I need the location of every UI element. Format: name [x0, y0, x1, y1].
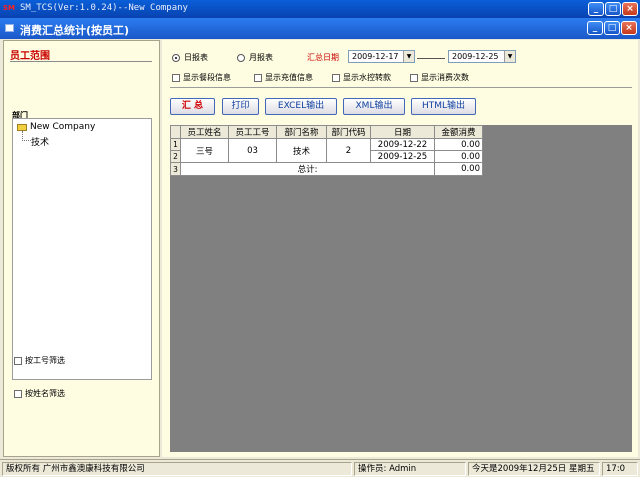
close-icon[interactable]: × [622, 2, 638, 16]
col-header-dept[interactable]: 部门名称 [276, 125, 327, 139]
status-bar: 版权所有 广州市鑫澳康科技有限公司 操作员: Admin 今天是2009年12月… [0, 459, 640, 477]
report-grid[interactable]: 员工姓名 员工工号 部门名称 部门代码 日期 金额消费 1 三号 03 技术 2… [170, 125, 483, 176]
dialog-title-bar: 消费汇总统计(按员工) _ □ × [0, 18, 640, 39]
html-export-button[interactable]: HTML输出 [411, 98, 476, 115]
radio-selected-icon [172, 53, 180, 62]
radio-icon [237, 53, 245, 62]
dropdown-arrow-icon[interactable]: ▼ [403, 51, 414, 62]
checkbox-icon [254, 73, 262, 82]
daily-report-label: 日报表 [184, 53, 208, 62]
filter-by-id-label: 按工号筛选 [25, 356, 65, 365]
daily-report-radio[interactable]: 日报表 [172, 52, 208, 63]
excel-export-button[interactable]: EXCEL输出 [265, 98, 337, 115]
heading-divider [10, 61, 152, 62]
monthly-report-radio[interactable]: 月报表 [237, 52, 273, 63]
cell-amount: 0.00 [434, 138, 483, 151]
cell-amount: 0.00 [434, 150, 483, 163]
options-divider [170, 87, 632, 88]
option-meal-period[interactable]: 显示餐段信息 [172, 72, 231, 83]
xml-export-button[interactable]: XML输出 [343, 98, 405, 115]
total-amount: 0.00 [434, 162, 483, 176]
status-date: 今天是2009年12月25日 星期五 [468, 462, 600, 476]
option-water-transfer[interactable]: 显示水控转款 [332, 72, 391, 83]
tree-node-dept[interactable]: 技术 [31, 135, 49, 148]
total-row[interactable]: 3 总计: 0.00 [170, 162, 483, 176]
cell-dept-name: 技术 [276, 138, 327, 163]
tree-node-company[interactable]: New Company [17, 122, 95, 132]
end-date-picker[interactable]: 2009-12-25 ▼ [448, 50, 516, 63]
col-header-dept-code[interactable]: 部门代码 [326, 125, 371, 139]
col-header-amount[interactable]: 金额消费 [434, 125, 483, 139]
summary-button[interactable]: 汇 总 [170, 98, 215, 115]
grid-header-row: 员工姓名 员工工号 部门名称 部门代码 日期 金额消费 [170, 125, 483, 139]
checkbox-icon [172, 73, 180, 82]
row-number: 3 [170, 162, 181, 176]
option-label: 显示充值信息 [265, 73, 313, 82]
filter-by-id-checkbox[interactable]: 按工号筛选 [14, 355, 65, 366]
status-copyright: 版权所有 广州市鑫澳康科技有限公司 [2, 462, 352, 476]
table-row[interactable]: 1 三号 03 技术 2 2009-12-22 0.00 [170, 138, 483, 163]
cell-date: 2009-12-25 [370, 150, 435, 163]
report-main-panel: 日报表 月报表 汇总日期 2009-12-17 ▼ 2009-12-25 ▼ 显… [162, 40, 638, 457]
maximize-icon[interactable]: □ [605, 2, 621, 16]
dropdown-arrow-icon[interactable]: ▼ [504, 51, 515, 62]
option-consume-count[interactable]: 显示消费次数 [410, 72, 469, 83]
option-label: 显示餐段信息 [183, 73, 231, 82]
cell-date: 2009-12-22 [370, 138, 435, 151]
row-number: 2 [170, 150, 181, 163]
checkbox-icon [332, 73, 340, 82]
employee-range-heading: 员工范围 [10, 51, 50, 62]
total-label: 总计: [180, 162, 435, 176]
folder-icon [17, 123, 27, 131]
app-title: SM_TCS(Ver:1.0.24)--New Company [20, 3, 188, 13]
status-operator: 操作员: Admin [354, 462, 466, 476]
dialog-title: 消费汇总统计(按员工) [20, 24, 130, 37]
row-number: 1 [170, 138, 181, 151]
print-button[interactable]: 打印 [222, 98, 259, 115]
cell-employee-name: 三号 [180, 138, 229, 163]
tree-node-company-label: New Company [30, 122, 96, 132]
end-date-value: 2009-12-25 [452, 52, 499, 61]
date-range-dash [417, 58, 445, 59]
employee-range-panel: 员工范围 部门 New Company 技术 按工号筛选 按姓名筛选 [3, 40, 160, 457]
option-label: 显示水控转款 [343, 73, 391, 82]
cell-dept-code: 2 [326, 138, 371, 163]
tree-node-dept-label: 技术 [31, 138, 50, 148]
filter-by-name-checkbox[interactable]: 按姓名筛选 [14, 388, 65, 399]
app-title-bar: SM SM_TCS(Ver:1.0.24)--New Company _ □ × [0, 0, 640, 18]
cell-employee-id: 03 [228, 138, 277, 163]
minimize-icon[interactable]: _ [588, 2, 604, 16]
report-grid-area: 员工姓名 员工工号 部门名称 部门代码 日期 金额消费 1 三号 03 技术 2… [170, 125, 632, 452]
summary-date-label: 汇总日期 [307, 53, 339, 62]
dialog-close-icon[interactable]: × [621, 21, 637, 35]
checkbox-icon [14, 356, 22, 365]
col-header-name[interactable]: 员工姓名 [180, 125, 229, 139]
checkbox-icon [14, 389, 22, 398]
col-header-id[interactable]: 员工工号 [228, 125, 277, 139]
option-recharge[interactable]: 显示充值信息 [254, 72, 313, 83]
monthly-report-label: 月报表 [249, 53, 273, 62]
department-tree[interactable]: New Company 技术 [12, 118, 152, 380]
dialog-minimize-icon[interactable]: _ [587, 21, 603, 35]
checkbox-icon [410, 73, 418, 82]
filter-by-name-label: 按姓名筛选 [25, 389, 65, 398]
app-icon: SM [3, 4, 16, 12]
status-time: 17:0 [602, 462, 638, 476]
start-date-value: 2009-12-17 [352, 52, 399, 61]
start-date-picker[interactable]: 2009-12-17 ▼ [348, 50, 415, 63]
option-label: 显示消费次数 [421, 73, 469, 82]
dialog-maximize-icon[interactable]: □ [604, 21, 620, 35]
window-icon [5, 24, 14, 32]
col-header-date[interactable]: 日期 [370, 125, 435, 139]
